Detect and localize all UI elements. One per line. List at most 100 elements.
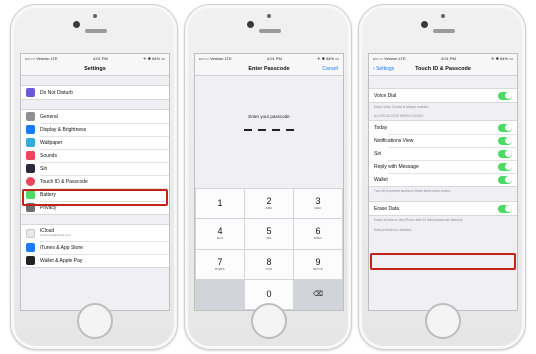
app-store-icon bbox=[26, 243, 35, 252]
settings-row-sounds[interactable]: Sounds bbox=[21, 149, 169, 162]
siri-toggle[interactable] bbox=[498, 149, 512, 158]
locked-access-group: Today Notifications View Siri Reply with… bbox=[369, 120, 517, 188]
notifications-view-toggle[interactable] bbox=[498, 136, 512, 145]
settings-row-wallet[interactable]: Wallet & Apple Pay bbox=[21, 254, 169, 267]
passcode-dash bbox=[286, 129, 294, 131]
key-1[interactable]: 1 bbox=[196, 189, 244, 219]
settings-row-icloud[interactable]: iCloud scottrmoir@icloud.com bbox=[21, 225, 169, 241]
settings-row-general[interactable]: General bbox=[21, 110, 169, 123]
key-3[interactable]: 3 DEF bbox=[294, 189, 342, 219]
settings-screen: ••○○○ Verizon LTE 4:01 PM ✈ ✱ 64% ▭ Sett… bbox=[20, 53, 170, 311]
settings-row-siri[interactable]: Siri bbox=[21, 162, 169, 175]
home-button[interactable] bbox=[425, 303, 461, 339]
passcode-dash bbox=[258, 129, 266, 131]
today-toggle[interactable] bbox=[498, 123, 512, 132]
settings-row-display[interactable]: Display & Brightness bbox=[21, 123, 169, 136]
earpiece-speaker bbox=[433, 29, 455, 33]
passcode-dash bbox=[244, 129, 252, 131]
time-label: 4:01 PM bbox=[440, 56, 456, 61]
key-2[interactable]: 2 ABC bbox=[245, 189, 293, 219]
wallet-row: Wallet bbox=[369, 173, 517, 186]
erase-data-note: Erase all data on this iPhone after 10 f… bbox=[374, 218, 464, 223]
brightness-icon bbox=[26, 125, 35, 134]
touch-id-screen: ••○○○ Verizon LTE 4:01 PM ✈ ✱ 64% ▭ ‹ Se… bbox=[368, 53, 518, 311]
proximity-sensor bbox=[267, 14, 271, 18]
row-label: Display & Brightness bbox=[40, 126, 87, 133]
proximity-sensor bbox=[93, 14, 97, 18]
voice-dial-group: Voice Dial bbox=[369, 88, 517, 103]
earpiece-speaker bbox=[259, 29, 281, 33]
erase-data-toggle[interactable] bbox=[498, 204, 512, 213]
carrier-label: ••○○○ Verizon LTE bbox=[199, 56, 232, 61]
speaker-icon bbox=[26, 151, 35, 160]
row-label: Wallet bbox=[374, 176, 388, 183]
icloud-account: scottrmoir@icloud.com bbox=[40, 233, 71, 238]
row-label: Voice Dial bbox=[374, 92, 397, 99]
key-6[interactable]: 6 MNO bbox=[294, 219, 342, 249]
settings-row-itunes[interactable]: iTunes & App Store bbox=[21, 241, 169, 254]
general-group: General Display & Brightness Wallpaper S… bbox=[21, 109, 169, 215]
row-label: Erase Data bbox=[374, 205, 400, 212]
key-7[interactable]: 7 PQRS bbox=[196, 249, 244, 279]
time-label: 4:01 PM bbox=[92, 56, 108, 61]
row-label: Touch ID & Passcode bbox=[40, 178, 88, 185]
row-label: Wallpaper bbox=[40, 139, 63, 146]
backspace-icon: ⌫ bbox=[313, 290, 323, 298]
proximity-sensor bbox=[441, 14, 445, 18]
battery-icon bbox=[26, 190, 35, 199]
settings-row-battery[interactable]: Battery bbox=[21, 188, 169, 201]
key-4[interactable]: 4 GHI bbox=[196, 219, 244, 249]
row-label: Do Not Disturb bbox=[40, 89, 73, 96]
touch-id-navbar: ‹ Settings Touch ID & Passcode bbox=[369, 63, 517, 76]
settings-row-privacy[interactable]: Privacy bbox=[21, 201, 169, 214]
hand-icon bbox=[26, 203, 35, 212]
row-label: iTunes & App Store bbox=[40, 244, 83, 251]
key-9[interactable]: 9 WXYZ bbox=[294, 249, 342, 279]
passcode-dash bbox=[272, 129, 280, 131]
row-label: Notifications View bbox=[374, 137, 414, 144]
notifications-view-row: Notifications View bbox=[369, 134, 517, 147]
home-button[interactable] bbox=[77, 303, 113, 339]
home-button[interactable] bbox=[251, 303, 287, 339]
front-camera bbox=[247, 21, 254, 28]
passcode-prompt: Enter your passcode bbox=[248, 114, 290, 119]
settings-row-wallpaper[interactable]: Wallpaper bbox=[21, 136, 169, 149]
carrier-label: ••○○○ Verizon LTE bbox=[25, 56, 58, 61]
key-8[interactable]: 8 TUV bbox=[245, 249, 293, 279]
page-title: Settings bbox=[84, 66, 106, 72]
siri-icon bbox=[26, 164, 35, 173]
reply-with-message-toggle[interactable] bbox=[498, 162, 512, 171]
voice-dial-toggle[interactable] bbox=[498, 91, 512, 100]
time-label: 4:01 PM bbox=[266, 56, 282, 61]
settings-row-do-not-disturb[interactable]: Do Not Disturb bbox=[21, 86, 169, 99]
dnd-group: Do Not Disturb bbox=[21, 85, 169, 100]
wallpaper-icon bbox=[26, 138, 35, 147]
delete-key[interactable]: ⌫ bbox=[294, 279, 342, 309]
passcode-navbar: Enter Passcode Cancel bbox=[195, 63, 343, 76]
passcode-screen: ••○○○ Verizon LTE 4:01 PM ✈ ✱ 64% ▭ Ente… bbox=[194, 53, 344, 311]
row-label: Wallet & Apple Pay bbox=[40, 257, 83, 264]
voice-dial-note: Music Voice Control is always enabled. bbox=[374, 105, 430, 109]
row-label: Sounds bbox=[40, 152, 57, 159]
wallet-icon bbox=[26, 256, 35, 265]
wallet-toggle[interactable] bbox=[498, 175, 512, 184]
carrier-label: ••○○○ Verizon LTE bbox=[373, 56, 406, 61]
cancel-button[interactable]: Cancel bbox=[322, 66, 338, 72]
status-bar: ••○○○ Verizon LTE 4:01 PM ✈ ✱ 64% ▭ bbox=[369, 54, 517, 63]
settings-row-touch-id[interactable]: Touch ID & Passcode bbox=[21, 175, 169, 188]
key-5[interactable]: 5 JKL bbox=[245, 219, 293, 249]
locked-access-note: Turn off to prevent access to these item… bbox=[374, 189, 451, 194]
row-label: Siri bbox=[40, 165, 48, 172]
erase-data-group: Erase Data bbox=[369, 201, 517, 217]
row-label: Reply with Message bbox=[374, 163, 419, 170]
erase-data-row: Erase Data bbox=[369, 202, 517, 215]
status-bar: ••○○○ Verizon LTE 4:01 PM ✈ ✱ 64% ▭ bbox=[21, 54, 169, 63]
back-button[interactable]: ‹ Settings bbox=[373, 66, 394, 72]
battery-label: ✈ ✱ 64% ▭ bbox=[317, 56, 339, 61]
passcode-entry-dashes bbox=[195, 129, 343, 131]
accounts-group: iCloud scottrmoir@icloud.com iTunes & Ap… bbox=[21, 224, 169, 268]
page-title: Touch ID & Passcode bbox=[415, 66, 471, 72]
battery-label: ✈ ✱ 64% ▭ bbox=[143, 56, 165, 61]
numeric-keypad: 1 2 ABC 3 DEF 4 GHI 5 JKL 6 MNO 7 PQRS 8 TUV 9W… bbox=[195, 188, 343, 310]
voice-dial-row: Voice Dial bbox=[369, 89, 517, 102]
